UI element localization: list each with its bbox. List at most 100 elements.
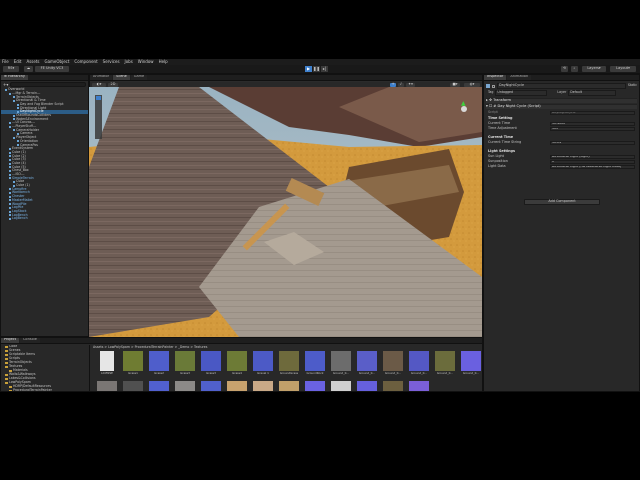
tab-scene[interactable]: Scene [113,75,130,80]
menu-item-gameobject[interactable]: GameObject [44,60,69,64]
folder-icon [9,390,12,391]
asset-item[interactable]: Grass1 [121,351,145,379]
history-button[interactable]: ⟲ [561,66,568,72]
object-name-field[interactable]: DayNightCycle [497,83,626,89]
asset-item[interactable]: Ground_0... [329,351,353,379]
field-value[interactable]: 0 [550,160,635,164]
asset-item[interactable]: Rocks [95,381,119,391]
folder-icon [5,346,8,348]
asset-item[interactable]: Sand1 [225,381,249,391]
asset-item[interactable]: Sand_Dun... [303,381,327,391]
tab-inspector[interactable]: Inspector [484,74,507,80]
menu-item-help[interactable]: Help [159,60,168,64]
texture-thumbnail [383,381,403,391]
menu-item-assets[interactable]: Assets [26,60,39,64]
texture-thumbnail [227,351,247,371]
asset-item[interactable]: GroundRock [303,351,327,379]
step-button[interactable]: ▸| [321,66,328,72]
asset-item[interactable]: Gravel 1 [251,351,275,379]
tab-hierarchy[interactable]: ≡ Hierarchy [1,75,28,80]
field-value[interactable]: 105 [550,127,635,131]
transform-header[interactable]: ▸ ✥ Transform [486,98,637,103]
tab-animation[interactable]: Animation [507,75,532,80]
hierarchy-item[interactable]: LogBench [1,217,88,221]
version-control-button[interactable]: FE Unity VC3 [35,66,69,72]
breadcrumb-path[interactable]: Assets > LowPolySpam > ProceduralTerrain… [93,345,207,349]
menu-item-services[interactable]: Services [103,60,120,64]
asset-item[interactable]: Snow_001 [355,381,379,391]
asset-item[interactable]: Ground_0... [433,351,457,379]
gameobject-icon [17,140,19,143]
add-icon[interactable]: +▾ [3,82,8,87]
cloud-button[interactable]: ☁ [24,66,33,72]
pause-button[interactable]: ❚❚ [313,66,320,72]
folder-icon [5,382,8,384]
asset-item[interactable]: Snow_001 [329,381,353,391]
add-component-button[interactable]: Add Component [524,199,600,205]
tab-label: Inspector [487,74,504,79]
menu-item-edit[interactable]: Edit [14,60,22,64]
folder-icon [5,378,8,380]
field-value[interactable]: Directional Light (HD Additional Light D… [550,165,635,169]
asset-item[interactable]: Ground_0... [381,351,405,379]
inspector-panel: Inspector Animation DayNightCycle Static … [483,74,640,392]
tab-project[interactable]: Project [1,338,19,343]
asset-item[interactable]: Rock_02 [121,381,145,391]
field-value[interactable]: Directional Light (Light) [550,155,635,159]
project-tabbar: Project Console [1,338,482,344]
asset-item[interactable]: Rock_02 [147,381,171,391]
asset-item[interactable]: Ground_0... [407,351,431,379]
asset-item[interactable]: Grass3 [173,351,197,379]
asset-label: Ground_0... [436,372,454,375]
unity-editor-window: File Edit Assets GameObject Component Service… [0,59,640,392]
field-label: Current Time [488,121,511,126]
scene-viewport[interactable]: ▲ [89,87,482,337]
tab-label: Console [22,337,37,342]
texture-thumbnail [149,351,169,371]
asset-item[interactable]: RockyPath [199,381,223,391]
gameobject-icon [9,210,11,213]
account-button[interactable]: RS ▾ [3,66,19,72]
asset-item[interactable]: Wetland1 [407,381,431,391]
tag-dropdown[interactable]: Untagged [495,90,548,96]
component-header[interactable]: ▾ ☐ # Day Night Cycle (Script) [486,104,637,109]
hierarchy-item-label: LogBench [12,216,28,221]
asset-item[interactable]: RockyPath [173,381,197,391]
gizmo-y-icon: ▲ [461,100,466,107]
project-panel: Project Console Code Scenes Scriptable Item… [0,337,483,392]
menu-item-component[interactable]: Component [74,60,97,64]
field-value[interactable]: 10:24 [550,141,635,145]
menu-item-window[interactable]: Window [138,60,154,64]
asset-item[interactable]: Grass2 [147,351,171,379]
tab-console[interactable]: Console [19,337,40,343]
layer-dropdown[interactable]: Default [568,90,617,96]
menu-item-file[interactable]: File [2,60,9,64]
layout-dropdown[interactable]: Layout ▾ [610,66,636,72]
search-toolbar-button[interactable]: ⌕ [571,66,578,72]
gameobject-icon [9,188,11,191]
asset-item[interactable]: Sand_Dun... [277,381,301,391]
asset-item[interactable]: Grass4 [225,351,249,379]
asset-item[interactable]: Grass3 [199,351,223,379]
field-label: Sunposition [488,159,508,164]
tab-animator[interactable]: Animator [90,75,113,80]
menu-item-jobs[interactable]: Jobs [125,60,133,64]
field-value[interactable]: 10.4000 [550,122,635,126]
history-icon: ⟲ [563,66,566,71]
orientation-gizmo[interactable] [461,106,467,112]
asset-item[interactable]: Sand1 [251,381,275,391]
layers-dropdown[interactable]: Layers ▾ [582,66,606,72]
asset-item[interactable]: LICENSE [95,351,119,379]
tab-game[interactable]: Game [130,75,148,80]
asset-item[interactable]: Wetland [381,381,405,391]
project-folder[interactable]: ProceduralTerrainPainter [1,389,89,391]
active-checkbox[interactable] [492,84,495,88]
asset-item[interactable]: Ground_0... [459,351,482,379]
folder-icon [5,358,8,360]
asset-item[interactable]: Ground_0... [355,351,379,379]
play-button[interactable]: ▶ [305,66,312,72]
asset-label: Ground_0... [462,372,480,375]
asset-item[interactable]: GroundGrass [277,351,301,379]
gameobject-icon [13,96,15,99]
static-toggle[interactable]: Static [628,84,637,87]
